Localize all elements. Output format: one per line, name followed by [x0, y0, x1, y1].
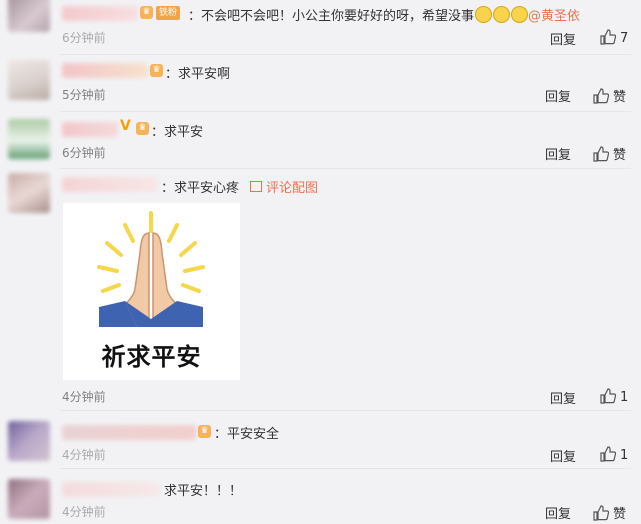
divider	[60, 111, 631, 112]
avatar[interactable]	[8, 479, 50, 519]
comment-3: V ♛ ：求平安 6分钟前 回复 赞	[0, 113, 641, 169]
picture-icon	[250, 181, 262, 192]
vip-badge-icon: ♛	[198, 425, 211, 438]
like-button[interactable]: 赞	[593, 503, 626, 522]
timestamp: 4分钟前	[62, 505, 106, 519]
reply-button[interactable]: 回复	[550, 29, 576, 48]
like-count: 1	[620, 448, 629, 463]
comment-text: ：求平安啊	[165, 67, 231, 82]
like-count: 赞	[613, 90, 627, 105]
username[interactable]	[62, 63, 148, 78]
vip-badge-icon: ♛	[150, 64, 163, 77]
comment-text: ：求平安心疼	[161, 181, 240, 196]
comment-image[interactable]: 祈求平安	[63, 203, 240, 380]
sad-face-emoji-icon	[511, 6, 529, 23]
username[interactable]	[62, 425, 196, 440]
thumbs-up-icon	[593, 88, 609, 104]
like-count: 1	[620, 390, 629, 405]
mention-link[interactable]: @黄圣依	[528, 9, 580, 24]
avatar[interactable]	[8, 173, 50, 213]
avatar[interactable]	[8, 119, 50, 159]
username[interactable]	[62, 177, 158, 192]
comment-text: ：求平安	[151, 125, 204, 140]
like-count: 7	[620, 31, 629, 46]
reply-button[interactable]: 回复	[545, 86, 571, 105]
comment-image-link-label[interactable]: 评论配图	[266, 181, 318, 196]
image-caption: 祈求平安	[101, 343, 202, 371]
thumbs-up-icon	[593, 146, 609, 162]
timestamp: 5分钟前	[62, 88, 106, 102]
timestamp: 4分钟前	[62, 390, 106, 404]
comment-5: ♛ ：平安安全 4分钟前 回复 1	[0, 411, 641, 469]
comment-text: ：平安安全	[214, 427, 280, 442]
timestamp: 6分钟前	[62, 146, 106, 160]
thumbs-up-icon	[600, 29, 616, 45]
username[interactable]	[62, 122, 118, 137]
like-button[interactable]: 赞	[593, 86, 626, 105]
sad-face-emoji-icon	[493, 6, 511, 23]
avatar[interactable]	[8, 421, 50, 461]
divider	[60, 168, 631, 169]
like-button[interactable]: 1	[600, 388, 628, 405]
comment-1: ♛ 铁粉 ：不会吧不会吧！小公主你要好好的呀，希望没事 @黄圣依 6分钟前 回复 …	[0, 0, 641, 55]
vip-badge-icon: ♛	[140, 6, 153, 19]
comment-text: ：不会吧不会吧！小公主你要好好的呀，希望没事 @黄圣依	[188, 5, 580, 24]
thumbs-up-icon	[600, 446, 616, 462]
praying-hands-icon	[97, 211, 205, 327]
thumbs-up-icon	[593, 505, 609, 521]
reply-button[interactable]: 回复	[545, 144, 571, 163]
sad-face-emoji-icon	[475, 6, 493, 23]
vip-badge-icon: ♛	[136, 122, 149, 135]
comment-text: 求平安！！！	[164, 484, 243, 499]
like-button[interactable]: 1	[600, 446, 628, 463]
thumbs-up-icon	[600, 388, 616, 404]
timestamp: 6分钟前	[62, 31, 106, 45]
reply-button[interactable]: 回复	[550, 446, 576, 465]
comment-6: 求平安！！！ 4分钟前 回复 赞	[0, 469, 641, 524]
username[interactable]	[62, 6, 138, 21]
like-button[interactable]: 赞	[593, 144, 626, 163]
timestamp: 4分钟前	[62, 448, 106, 462]
like-button[interactable]: 7	[600, 29, 628, 46]
avatar[interactable]	[8, 60, 50, 100]
username[interactable]	[62, 482, 160, 497]
comment-2: ♛ ：求平安啊 5分钟前 回复 赞	[0, 55, 641, 112]
avatar[interactable]	[8, 0, 50, 32]
reply-button[interactable]: 回复	[550, 388, 576, 407]
like-count: 赞	[613, 507, 627, 522]
comment-image-link[interactable]: 评论配图	[250, 177, 318, 196]
verified-v-icon: V	[120, 118, 131, 134]
reply-button[interactable]: 回复	[545, 503, 571, 522]
comment-body: ：不会吧不会吧！小公主你要好好的呀，希望没事	[188, 9, 475, 24]
like-count: 赞	[613, 148, 627, 163]
fan-badge: 铁粉	[156, 6, 181, 20]
